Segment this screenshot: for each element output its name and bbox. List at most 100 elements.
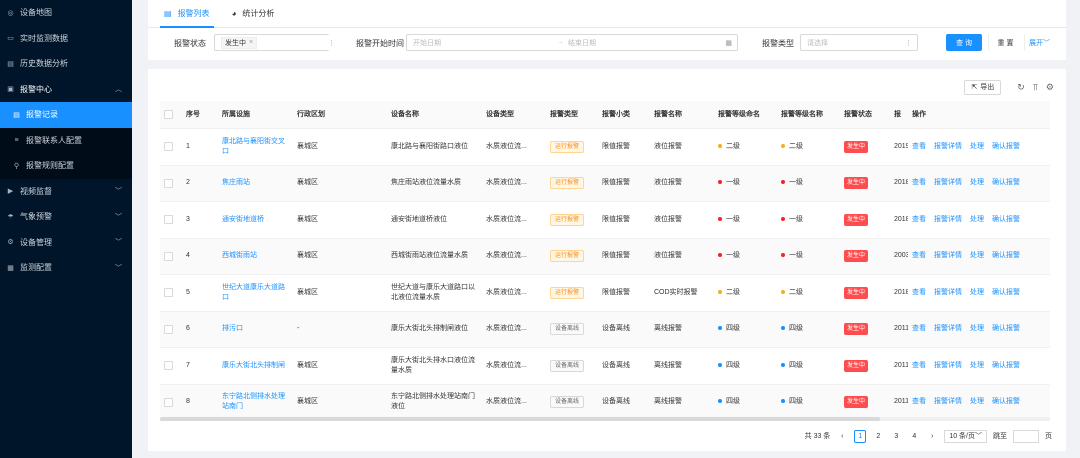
table-row[interactable]: 6 排污口 - 康乐大街北头排制闸液位 水质液位流... 设备离线 设备离线 离线报警 四级 四级…	[160, 311, 1050, 348]
table-row[interactable]: 3 通安街地道桥 襄城区 通安街地道桥液位 水质液位流... 运行报警 限值报警 液位报警 一级…	[160, 202, 1050, 239]
view-link[interactable]: 查看	[912, 324, 926, 334]
handle-link[interactable]: 处理	[970, 142, 984, 152]
handle-link[interactable]: 处理	[970, 324, 984, 334]
row-checkbox[interactable]	[164, 251, 173, 261]
sidebar-item-5[interactable]: ≡ 报警联系人配置	[0, 127, 132, 153]
handle-link[interactable]: 处理	[970, 361, 984, 371]
facility-link[interactable]: 康北路与襄阳街交叉口	[218, 137, 293, 157]
view-link[interactable]: 查看	[912, 142, 926, 152]
table-row[interactable]: 8 东宁路北侧排水处理站南门 襄城区 东宁路北侧排水处理站南门液位 水质液位流... 设备…	[160, 384, 1050, 421]
status-tag[interactable]: 发生中 ×	[221, 36, 258, 49]
table-row[interactable]: 2 焦庄雨站 襄城区 焦庄雨站液位流量水质 水质液位流... 运行报警 限值报警 液位报警 一级…	[160, 165, 1050, 202]
settings-icon[interactable]: ⚙	[1046, 82, 1054, 93]
detail-link[interactable]: 报警详情	[934, 397, 962, 407]
row-checkbox[interactable]	[164, 142, 173, 152]
sidebar-item-label: 视频监督	[20, 186, 52, 196]
alarm-type-badge: 运行报警	[550, 140, 585, 153]
sidebar-item-6[interactable]: ⚲ 报警规则配置	[0, 153, 132, 179]
confirm-link[interactable]: 确认报警	[992, 288, 1020, 298]
row-checkbox-cell	[160, 361, 182, 371]
sidebar-item-4[interactable]: ▤ 报警记录	[0, 102, 132, 128]
status-select[interactable]: 发生中 ×	[214, 34, 338, 51]
view-link[interactable]: 查看	[912, 361, 926, 371]
confirm-link[interactable]: 确认报警	[992, 361, 1020, 371]
view-link[interactable]: 查看	[912, 178, 926, 188]
horizontal-scrollbar[interactable]	[160, 417, 1050, 421]
tab-bar: ▤ 报警列表 ◕ 统计分析	[148, 0, 1066, 28]
confirm-link[interactable]: 确认报警	[992, 251, 1020, 261]
handle-link[interactable]: 处理	[970, 397, 984, 407]
handle-link[interactable]: 处理	[970, 251, 984, 261]
row-checkbox[interactable]	[164, 324, 173, 334]
select-all-checkbox[interactable]	[164, 110, 173, 119]
handle-link[interactable]: 处理	[970, 215, 984, 225]
view-link[interactable]: 查看	[912, 288, 926, 298]
sidebar-item-3[interactable]: ▣ 报警中心 ︿	[0, 77, 132, 103]
sidebar-item-10[interactable]: ▦ 监测配置 ﹀	[0, 255, 132, 281]
view-link[interactable]: 查看	[912, 215, 926, 225]
sidebar-item-0[interactable]: ◎ 设备地图	[0, 0, 132, 26]
tab-alarm-list[interactable]: ▤ 报警列表	[160, 0, 214, 28]
view-link[interactable]: 查看	[912, 251, 926, 261]
reset-button[interactable]: 重 置	[988, 34, 1022, 51]
column-height-icon[interactable]: ⫪	[1033, 82, 1038, 93]
status-cell: 发生中	[840, 396, 892, 409]
confirm-link[interactable]: 确认报警	[992, 324, 1020, 334]
confirm-link[interactable]: 确认报警	[992, 178, 1020, 188]
sidebar-item-9[interactable]: ⚙ 设备管理 ﹀	[0, 230, 132, 256]
table-row[interactable]: 4 西城街雨站 襄城区 西城街雨站液位流量水质 水质液位流... 运行报警 限值报警 液位报警…	[160, 238, 1050, 275]
goto-page-input[interactable]	[1013, 429, 1039, 443]
page-size-select[interactable]: 10 条/页 ﹀	[944, 429, 987, 443]
facility-link[interactable]: 西城街雨站	[218, 251, 293, 261]
table-row[interactable]: 5 世纪大道康乐大道路口 襄城区 世纪大道与康乐大道路口以北液位流量水质 水质液位流..…	[160, 275, 1050, 312]
detail-link[interactable]: 报警详情	[934, 251, 962, 261]
page-2[interactable]: 2	[872, 430, 884, 443]
export-button[interactable]: ⇱ 导出	[964, 79, 1002, 95]
confirm-link[interactable]: 确认报警	[992, 397, 1020, 407]
row-checkbox[interactable]	[164, 397, 173, 407]
page-4[interactable]: 4	[908, 430, 920, 443]
facility-link[interactable]: 世纪大道康乐大道路口	[218, 283, 293, 303]
row-checkbox-cell	[160, 178, 182, 188]
prev-page-icon[interactable]: ‹	[836, 430, 848, 443]
facility-link[interactable]: 排污口	[218, 324, 293, 334]
expand-button[interactable]: 展开 ﹀	[1024, 34, 1054, 51]
sidebar-item-2[interactable]: ▤ 历史数据分析	[0, 51, 132, 77]
device-cell: 康乐大街北头排制闸液位	[391, 325, 468, 333]
detail-link[interactable]: 报警详情	[934, 361, 962, 371]
column-header: 行政区划	[297, 110, 325, 118]
confirm-link[interactable]: 确认报警	[992, 142, 1020, 152]
sidebar-item-7[interactable]: ▶ 视频监督 ﹀	[0, 179, 132, 205]
next-page-icon[interactable]: ›	[926, 430, 938, 443]
facility-link[interactable]: 焦庄雨站	[218, 178, 293, 188]
alarm-type-select[interactable]: 请选择 ⋮	[800, 34, 918, 51]
close-icon[interactable]: ×	[249, 39, 253, 46]
facility-link[interactable]: 通安街地道桥	[218, 215, 293, 225]
detail-link[interactable]: 报警详情	[934, 215, 962, 225]
row-checkbox[interactable]	[164, 361, 173, 371]
search-button[interactable]: 查 询	[946, 34, 982, 51]
detail-link[interactable]: 报警详情	[934, 288, 962, 298]
refresh-icon[interactable]: ↻	[1017, 82, 1025, 93]
sidebar-item-8[interactable]: ☂ 气象预警 ﹀	[0, 204, 132, 230]
table-row[interactable]: 1 康北路与襄阳街交叉口 襄城区 康北路与襄阳街路口液位 水质液位流... 运行报警 限值报…	[160, 129, 1050, 166]
confirm-link[interactable]: 确认报警	[992, 215, 1020, 225]
handle-link[interactable]: 处理	[970, 178, 984, 188]
view-link[interactable]: 查看	[912, 397, 926, 407]
row-checkbox[interactable]	[164, 215, 173, 225]
sidebar-item-1[interactable]: ▭ 实时监测数据	[0, 26, 132, 52]
facility-link[interactable]: 东宁路北侧排水处理站南门	[218, 392, 293, 412]
detail-link[interactable]: 报警详情	[934, 324, 962, 334]
page-1[interactable]: 1	[854, 429, 867, 443]
facility-link[interactable]: 康乐大街北头排制闸	[218, 361, 293, 371]
row-checkbox[interactable]	[164, 288, 173, 298]
detail-link[interactable]: 报警详情	[934, 178, 962, 188]
table-row[interactable]: 7 康乐大街北头排制闸 襄城区 康乐大街北头排水口液位流量水质 水质液位流... 设备离线…	[160, 348, 1050, 385]
tab-statistics[interactable]: ◕ 统计分析	[228, 0, 279, 27]
handle-link[interactable]: 处理	[970, 288, 984, 298]
date-range-input[interactable]: 开始日期 → 结束日期 ▦	[406, 34, 738, 51]
detail-link[interactable]: 报警详情	[934, 142, 962, 152]
scrollbar-thumb[interactable]	[160, 417, 880, 421]
page-3[interactable]: 3	[890, 430, 902, 443]
row-checkbox[interactable]	[164, 178, 173, 188]
